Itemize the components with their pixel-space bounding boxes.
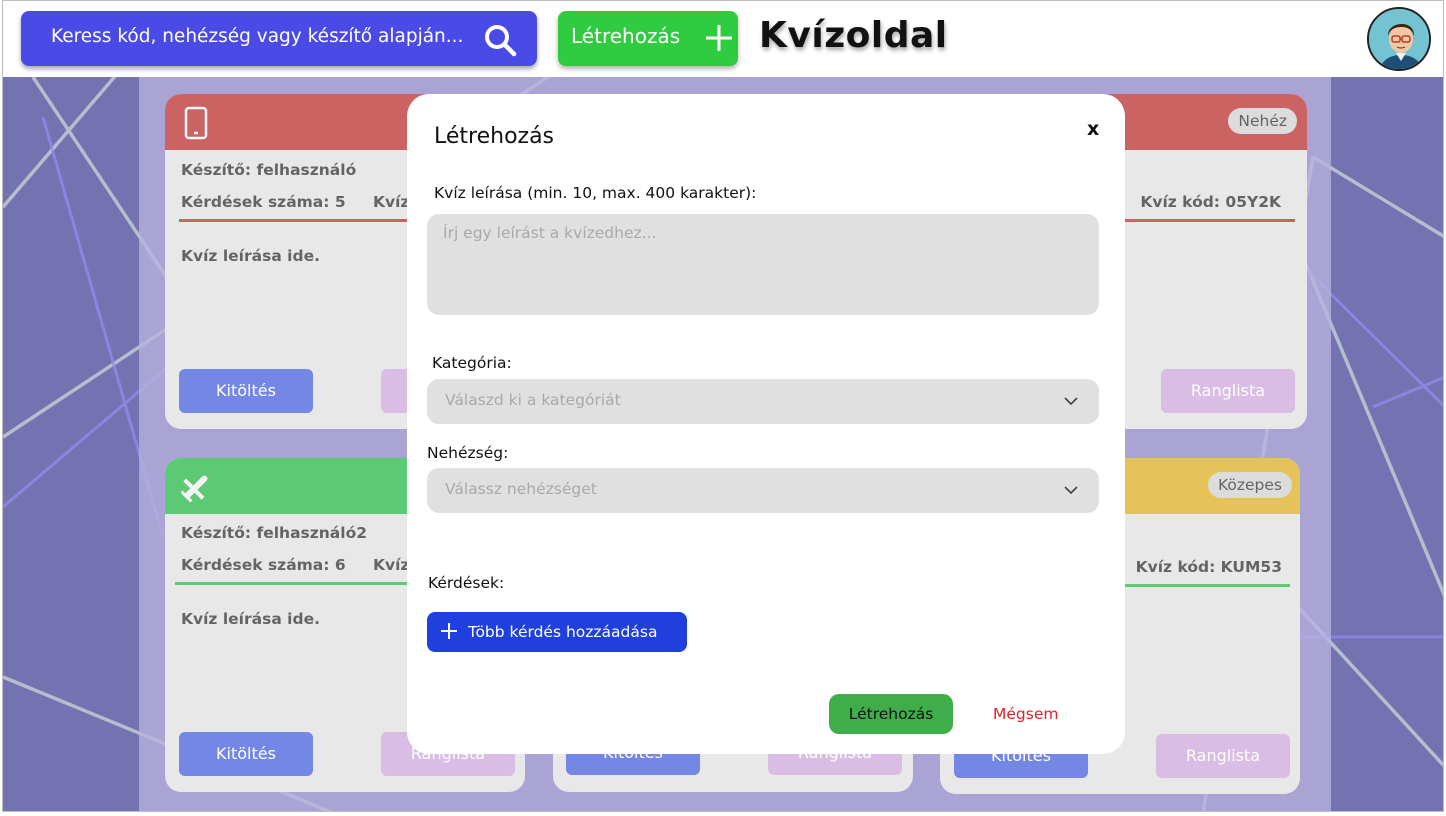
close-button[interactable]: x bbox=[1087, 118, 1099, 140]
cancel-button[interactable]: Mégsem bbox=[993, 705, 1058, 723]
description-label: Kvíz leírása (min. 10, max. 400 karakter… bbox=[434, 184, 757, 202]
search-icon[interactable] bbox=[483, 23, 517, 57]
create-quiz-dialog: Létrehozás x Kvíz leírása (min. 10, max.… bbox=[407, 94, 1125, 754]
difficulty-placeholder: Válassz nehézséget bbox=[445, 480, 597, 498]
category-placeholder: Válaszd ki a kategóriát bbox=[445, 391, 621, 409]
category-label: Kategória: bbox=[432, 354, 512, 372]
chevron-down-icon bbox=[1064, 397, 1078, 406]
add-questions-button[interactable]: Több kérdés hozzáadása bbox=[427, 612, 687, 652]
add-questions-label: Több kérdés hozzáadása bbox=[468, 623, 658, 641]
site-logo[interactable]: Kvízoldal bbox=[759, 15, 948, 56]
chevron-down-icon bbox=[1064, 486, 1078, 495]
difficulty-label: Nehézség: bbox=[427, 444, 509, 462]
dialog-title: Létrehozás bbox=[434, 124, 555, 149]
top-bar: Keress kód, nehézség vagy készítő alapjá… bbox=[3, 1, 1443, 77]
submit-button[interactable]: Létrehozás bbox=[829, 694, 953, 734]
search-input[interactable]: Keress kód, nehézség vagy készítő alapjá… bbox=[21, 11, 537, 66]
questions-label: Kérdések: bbox=[428, 574, 505, 592]
search-placeholder: Keress kód, nehézség vagy készítő alapjá… bbox=[51, 26, 464, 47]
plus-icon bbox=[441, 623, 457, 639]
plus-icon bbox=[706, 25, 732, 51]
user-avatar-icon bbox=[1369, 9, 1429, 69]
create-quiz-label: Létrehozás bbox=[571, 24, 681, 48]
description-textarea[interactable]: Írj egy leírást a kvízedhez... bbox=[427, 214, 1099, 315]
difficulty-select[interactable]: Válassz nehézséget bbox=[427, 468, 1099, 513]
create-quiz-button[interactable]: Létrehozás bbox=[558, 11, 738, 66]
app-frame: Keress kód, nehézség vagy készítő alapjá… bbox=[2, 0, 1444, 812]
avatar[interactable] bbox=[1367, 7, 1431, 71]
category-select[interactable]: Válaszd ki a kategóriát bbox=[427, 379, 1099, 424]
